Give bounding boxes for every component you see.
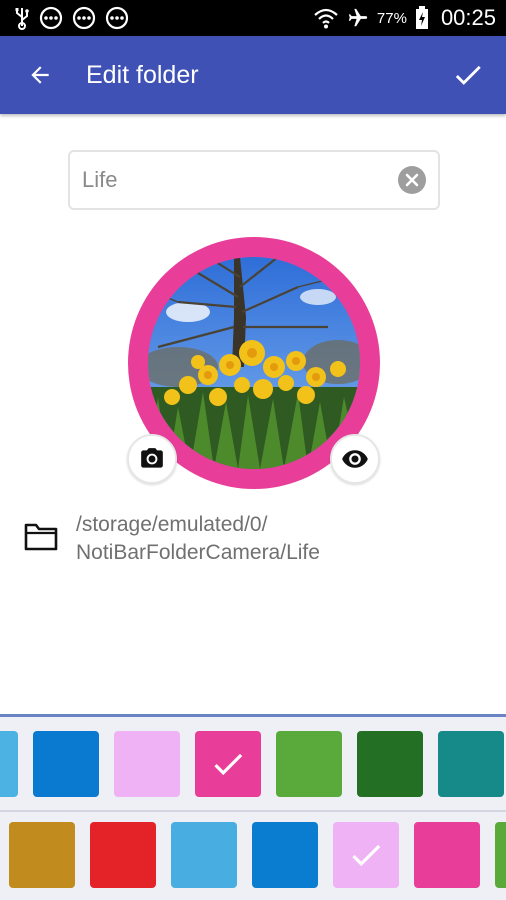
color-palette xyxy=(0,714,506,900)
folder-icon xyxy=(24,523,58,551)
daffodil-photo xyxy=(148,257,360,469)
notification-dots-icon xyxy=(105,6,129,30)
notification-dots-icon xyxy=(39,6,63,30)
palette-row-2-swatch[interactable] xyxy=(252,822,318,888)
folder-path-line2: NotiBarFolderCamera/Life xyxy=(76,541,320,564)
check-icon xyxy=(352,844,381,867)
folder-avatar-image[interactable] xyxy=(148,257,360,469)
status-bar: 77% 00:25 xyxy=(0,0,506,36)
wifi-icon xyxy=(314,8,338,29)
camera-icon xyxy=(141,448,163,468)
folder-path-text: /storage/emulated/0/ NotiBarFolderCamera… xyxy=(76,511,476,567)
palette-row-1-swatch[interactable] xyxy=(276,731,342,797)
palette-row-1-swatch[interactable] xyxy=(0,731,18,797)
clear-circle-icon xyxy=(405,173,419,187)
folder-name-input[interactable] xyxy=(82,152,392,208)
back-button[interactable] xyxy=(22,57,58,93)
palette-row-2 xyxy=(0,822,506,892)
palette-row-1 xyxy=(0,731,506,801)
folder-path-row[interactable]: /storage/emulated/0/ NotiBarFolderCamera… xyxy=(24,508,484,570)
preview-image-button[interactable] xyxy=(330,434,380,484)
palette-row-1-swatch[interactable] xyxy=(33,731,99,797)
palette-row-2-swatch[interactable] xyxy=(9,822,75,888)
check-icon xyxy=(455,65,481,85)
palette-row-1-swatch[interactable] xyxy=(114,731,180,797)
palette-row-1-swatch[interactable] xyxy=(195,731,261,797)
palette-row-2-swatch[interactable] xyxy=(333,822,399,888)
edit-folder-screen: 77% 00:25 Edit folder Life /storage/emul… xyxy=(0,0,506,900)
battery-percent: 77% xyxy=(376,9,407,27)
clear-button[interactable] xyxy=(398,166,426,194)
palette-row-1-swatch[interactable] xyxy=(357,731,423,797)
arrow-back-icon xyxy=(31,66,49,84)
clock: 00:25 xyxy=(440,5,496,30)
change-image-button[interactable] xyxy=(127,434,177,484)
palette-row-1-swatch[interactable] xyxy=(438,731,504,797)
battery-charging-icon xyxy=(415,6,428,29)
palette-row-2-swatch[interactable] xyxy=(495,822,506,888)
folder-path-line1: /storage/emulated/0/ xyxy=(76,513,268,536)
airplane-icon xyxy=(348,8,368,27)
status-bar-right: 77% 00:25 xyxy=(313,4,496,32)
eye-icon xyxy=(342,450,368,468)
status-bar-left xyxy=(14,4,129,32)
save-button[interactable] xyxy=(450,57,486,93)
usb-icon xyxy=(15,8,29,30)
check-icon xyxy=(214,753,243,776)
palette-divider xyxy=(0,810,506,812)
palette-row-2-swatch[interactable] xyxy=(414,822,480,888)
folder-name-field xyxy=(68,150,440,210)
notification-dots-icon xyxy=(72,6,96,30)
app-bar: Edit folder xyxy=(0,36,506,114)
palette-row-2-swatch[interactable] xyxy=(171,822,237,888)
palette-row-2-swatch[interactable] xyxy=(90,822,156,888)
page-title: Edit folder xyxy=(86,61,199,89)
